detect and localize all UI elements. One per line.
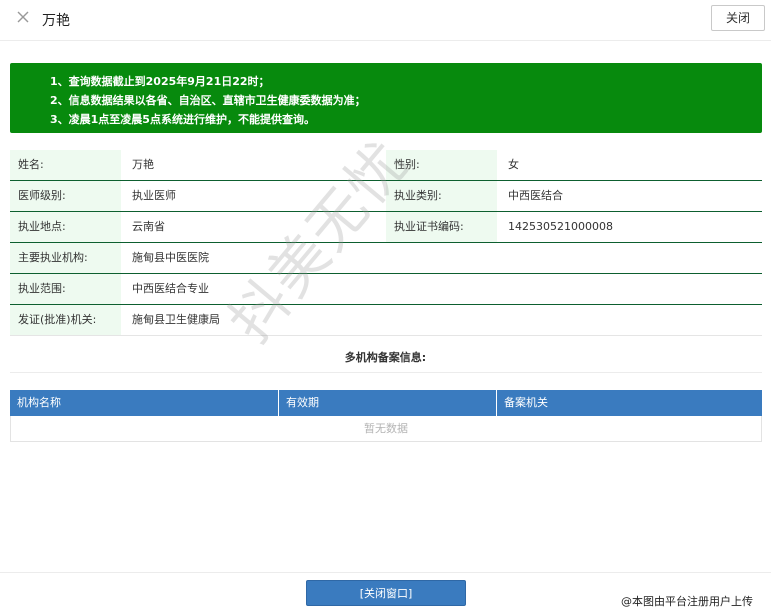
info-row: 姓名: 万艳 性别: 女 [10, 150, 762, 181]
level-value: 执业医师 [132, 189, 176, 202]
level-label: 医师级别: [10, 181, 121, 211]
upload-notice: @本图由平台注册用户上传 [621, 595, 753, 608]
issuer-value: 施甸县卫生健康局 [132, 313, 220, 326]
column-header-authority[interactable]: 备案机关 [496, 390, 762, 416]
info-row: 执业地点: 云南省 执业证书编码: 142530521000008 [10, 212, 762, 243]
institution-label: 主要执业机构: [10, 243, 121, 273]
category-value: 中西医结合 [508, 189, 563, 202]
cert-label: 执业证书编码: [386, 212, 497, 242]
location-value: 云南省 [132, 220, 165, 233]
divider [10, 372, 762, 373]
category-label: 执业类别: [386, 181, 497, 211]
location-label: 执业地点: [10, 212, 121, 242]
close-window-button[interactable]: [关闭窗口] [306, 580, 466, 606]
notice-line-3: 3、凌晨1点至凌晨5点系统进行维护，不能提供查询。 [50, 113, 315, 126]
empty-state: 暂无数据 [10, 416, 762, 442]
scope-value: 中西医结合专业 [132, 282, 209, 295]
grid-header: 机构名称 有效期 备案机关 [10, 390, 762, 416]
title-bar: 万艳 关闭 [0, 0, 771, 41]
gender-label: 性别: [386, 150, 497, 180]
info-row: 发证(批准)机关: 施甸县卫生健康局 [10, 305, 762, 336]
close-icon[interactable] [14, 8, 32, 26]
info-row: 执业范围: 中西医结合专业 [10, 274, 762, 305]
name-value: 万艳 [132, 158, 154, 171]
multi-institution-title: 多机构备案信息: [344, 351, 427, 364]
institution-value: 施甸县中医医院 [132, 251, 209, 264]
column-header-validity[interactable]: 有效期 [278, 390, 496, 416]
multi-institution-grid: 机构名称 有效期 备案机关 暂无数据 [10, 390, 762, 442]
notice-line-1: 1、查询数据截止到2025年9月21日22时； [50, 75, 270, 88]
name-label: 姓名: [10, 150, 121, 180]
close-button[interactable]: 关闭 [711, 5, 765, 31]
column-header-institution[interactable]: 机构名称 [10, 390, 278, 416]
issuer-label: 发证(批准)机关: [10, 305, 121, 335]
notice-banner: 1、查询数据截止到2025年9月21日22时； 2、信息数据结果以各省、自治区、… [10, 63, 762, 133]
scope-label: 执业范围: [10, 274, 121, 304]
gender-value: 女 [508, 158, 519, 171]
cert-value: 142530521000008 [508, 220, 613, 233]
notice-line-2: 2、信息数据结果以各省、自治区、直辖市卫生健康委数据为准； [50, 94, 366, 107]
info-row: 主要执业机构: 施甸县中医医院 [10, 243, 762, 274]
info-row: 医师级别: 执业医师 执业类别: 中西医结合 [10, 181, 762, 212]
doctor-info-table: 姓名: 万艳 性别: 女 医师级别: 执业医师 执业类别: 中西医结合 执业地点… [10, 150, 762, 336]
window-title: 万艳 [42, 13, 70, 29]
